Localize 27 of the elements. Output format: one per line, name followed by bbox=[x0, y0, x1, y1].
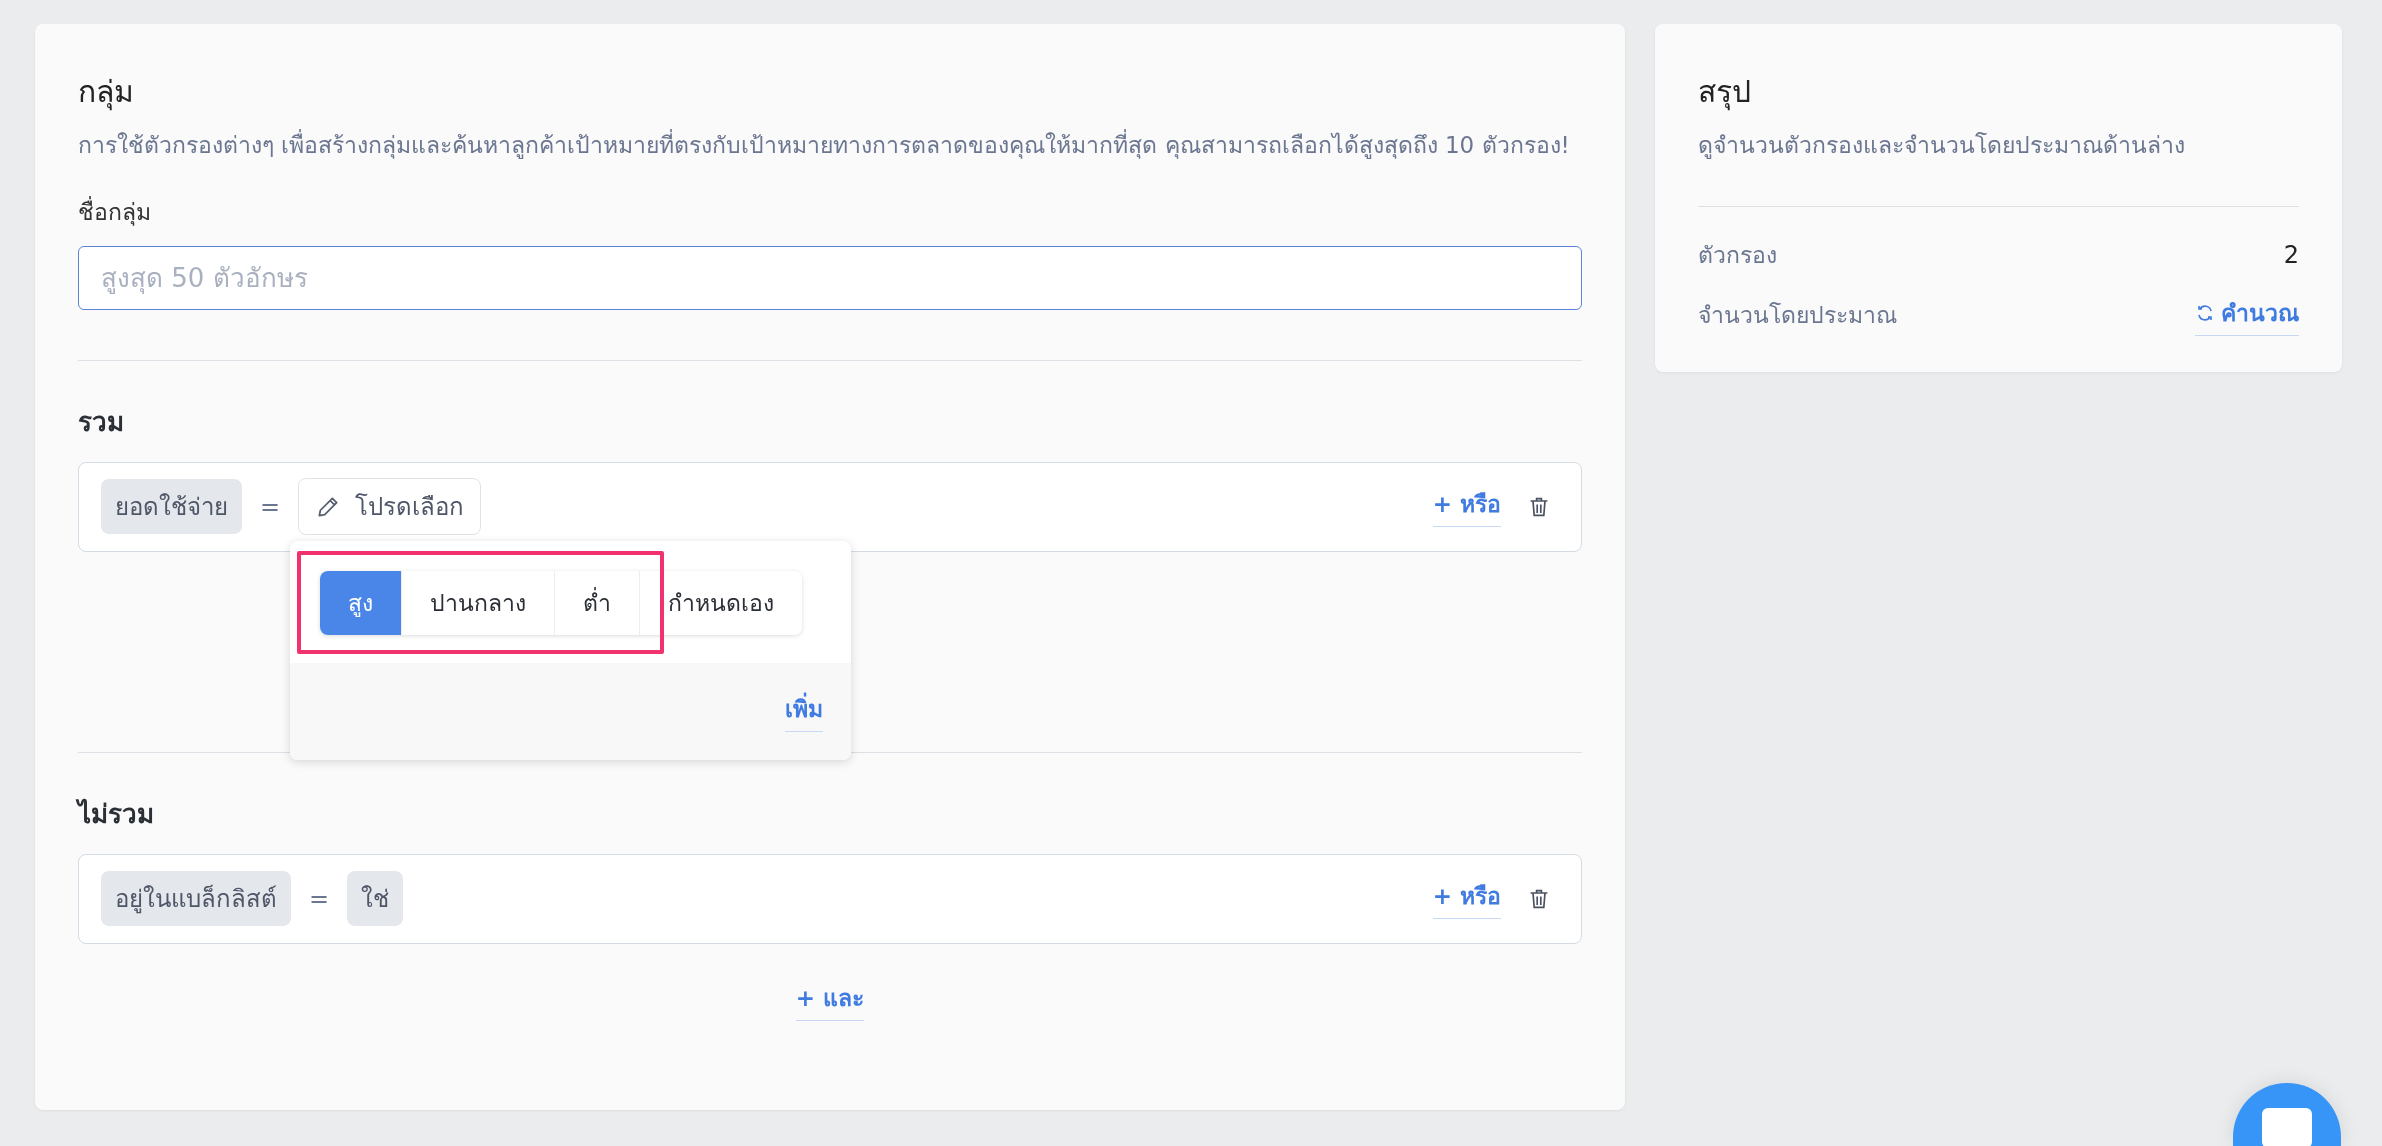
or-link[interactable]: + หรือ bbox=[1432, 878, 1501, 920]
summary-label: ตัวกรอง bbox=[1698, 240, 1777, 270]
and-link[interactable]: + และ bbox=[795, 979, 865, 1021]
chat-icon bbox=[2262, 1108, 2312, 1146]
filter-field[interactable]: ยอดใช้จ่าย bbox=[101, 479, 242, 535]
level-option[interactable]: กำหนดเอง bbox=[640, 570, 802, 635]
summary-label: จำนวนโดยประมาณ bbox=[1698, 301, 1897, 331]
card-description: ดูจำนวนตัวกรองและจำนวนโดยประมาณด้านล่าง bbox=[1698, 131, 2186, 161]
level-option[interactable]: ปานกลาง bbox=[402, 570, 555, 635]
card-title: กลุ่ม bbox=[78, 73, 135, 113]
refresh-icon bbox=[2195, 302, 2215, 323]
filter-field[interactable]: อยู่ในแบล็กลิสต์ bbox=[101, 871, 291, 927]
level-option[interactable]: ต่ำ bbox=[555, 570, 640, 635]
calculate-link[interactable]: คำนวณ bbox=[2195, 294, 2299, 336]
filter-value[interactable]: ใช่ bbox=[347, 871, 404, 927]
or-link[interactable]: + หรือ bbox=[1432, 486, 1501, 528]
card-description: การใช้ตัวกรองต่างๆ เพื่อสร้างกลุ่มและค้นหาลูกค้าเป้าหมายที่ตรงกับเป้าหมายทางการตลาดของคุณให้มากที่สุด คุณสามารถเลือกได้สูงสุดถึง 10 ตัวกรอง! bbox=[78, 127, 1582, 164]
level-option[interactable]: สูง bbox=[320, 570, 402, 635]
add-link[interactable]: เพิ่ม bbox=[785, 690, 823, 732]
operator: = bbox=[260, 492, 281, 521]
section-heading: รวม bbox=[78, 405, 125, 439]
summary-value: 2 bbox=[2283, 240, 2299, 269]
value-picker[interactable]: โปรดเลือก bbox=[298, 478, 482, 536]
operator: = bbox=[309, 884, 330, 913]
card-title: สรุป bbox=[1698, 73, 1752, 113]
field-label: ชื่อกลุ่ม bbox=[78, 195, 152, 228]
group-name-field[interactable]: สูงสุด 50 ตัวอักษร bbox=[78, 245, 1582, 310]
